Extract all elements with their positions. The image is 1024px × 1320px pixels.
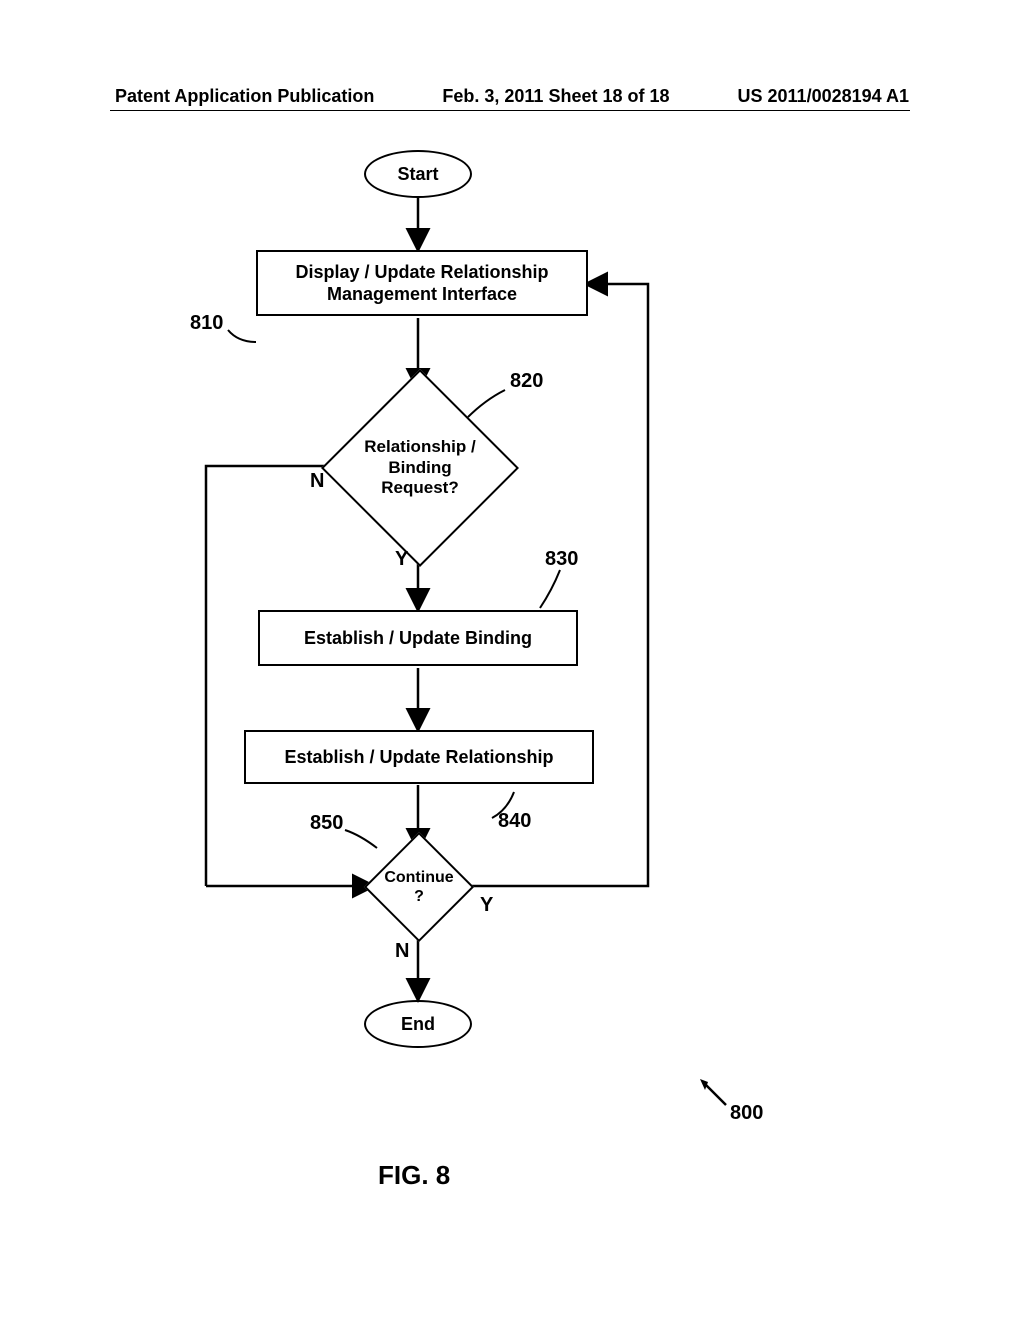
- label-820-y: Y: [395, 548, 408, 571]
- label-820-n: N: [310, 470, 324, 493]
- start-terminal: Start: [364, 150, 472, 198]
- figure-label: FIG. 8: [378, 1160, 450, 1191]
- header-center: Feb. 3, 2011 Sheet 18 of 18: [442, 86, 669, 107]
- process-830-text: Establish / Update Binding: [304, 627, 532, 650]
- ref-810: 810: [190, 312, 223, 335]
- page-header: Patent Application Publication Feb. 3, 2…: [0, 86, 1024, 107]
- label-850-n: N: [395, 940, 409, 963]
- ref-800: 800: [730, 1102, 763, 1125]
- process-840: Establish / Update Relationship: [244, 730, 594, 784]
- decision-820-text: Relationship / Binding Request?: [350, 398, 490, 538]
- ref-840: 840: [498, 810, 531, 833]
- header-rule: [110, 110, 910, 111]
- ref-820: 820: [510, 370, 543, 393]
- end-terminal: End: [364, 1000, 472, 1048]
- process-810-text: Display / Update Relationship Management…: [295, 261, 548, 306]
- start-label: Start: [397, 163, 438, 186]
- end-label: End: [401, 1013, 435, 1036]
- label-850-y: Y: [480, 894, 493, 917]
- process-830: Establish / Update Binding: [258, 610, 578, 666]
- process-810: Display / Update Relationship Management…: [256, 250, 588, 316]
- flowchart-canvas: Start Display / Update Relationship Mana…: [0, 130, 1024, 1230]
- ref-850: 850: [310, 812, 343, 835]
- decision-850: Continue ?: [380, 848, 458, 926]
- header-left: Patent Application Publication: [115, 86, 374, 107]
- decision-850-text: Continue ?: [380, 848, 458, 926]
- header-right: US 2011/0028194 A1: [738, 86, 909, 107]
- process-840-text: Establish / Update Relationship: [284, 746, 553, 769]
- decision-820: Relationship / Binding Request?: [350, 398, 490, 538]
- ref-830: 830: [545, 548, 578, 571]
